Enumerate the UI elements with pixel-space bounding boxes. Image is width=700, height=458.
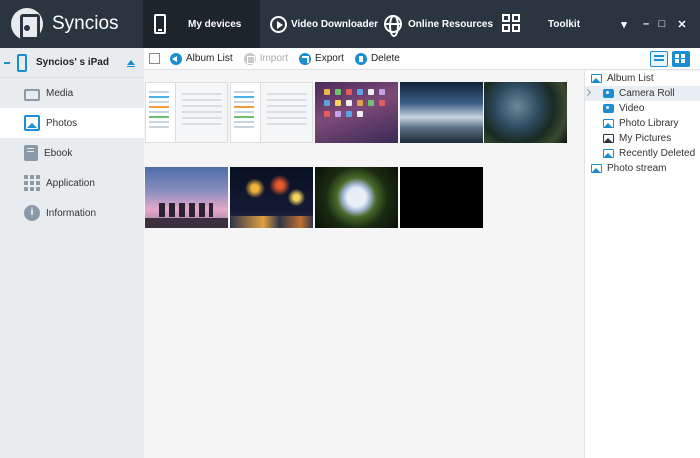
tree-item-album-list[interactable]: Album List [585,71,700,86]
ipad-icon [17,53,27,72]
tab-online-resources[interactable]: Online Resources [384,0,493,48]
tab-my-devices[interactable]: My devices [143,0,260,48]
tv-icon [24,89,40,101]
tree-item-video[interactable]: Video [585,101,700,116]
photo-thumbnail-earth[interactable] [484,82,567,143]
photo-thumbnail-stonehenge[interactable] [145,167,228,228]
tree-item-camera-roll[interactable]: Camera Roll [585,86,700,101]
photo-thumbnail-fireworks[interactable] [230,167,313,228]
tree-item-recently-deleted[interactable]: Recently Deleted [585,146,700,161]
photo-thumbnail-homescreen[interactable] [315,82,398,143]
select-all-checkbox[interactable] [149,53,160,64]
photo-thumbnail-clouds[interactable] [400,82,483,143]
app-title: Syncios [52,13,119,34]
photo-thumbnail-black[interactable] [400,167,483,228]
eject-icon[interactable] [126,60,135,67]
tree-item-label: Photo Library [619,118,679,129]
play-circle-icon [270,15,287,33]
export-button[interactable]: Export [299,52,344,65]
album-icon [603,149,614,158]
tab-video-downloader[interactable]: Video Downloader [270,0,378,48]
tab-video-downloader-label: Video Downloader [291,18,379,30]
photo-thumbnail-flower[interactable] [315,167,398,228]
export-label: Export [315,53,344,64]
device-name: Syncios' s iPad [36,57,109,68]
album-tree: Album List Camera Roll Video Photo Libra… [583,71,700,458]
top-bar: Syncios My devices Video Downloader Onli… [0,0,700,48]
info-icon: i [24,205,40,221]
camera-icon [603,89,614,98]
apps-icon [24,175,40,191]
device-icon [154,14,166,34]
tree-item-label: Photo stream [607,163,667,174]
trash-icon [354,52,367,65]
sidebar-item-label: Photos [46,117,78,129]
tree-item-photo-library[interactable]: Photo Library [585,116,700,131]
sidebar-item-ebook[interactable]: Ebook [0,138,144,168]
sidebar-item-photos[interactable]: Photos [0,108,145,138]
collapse-icon[interactable] [4,61,10,64]
delete-button[interactable]: Delete [354,52,400,65]
grid-view-button[interactable] [672,51,690,67]
tree-item-my-pictures[interactable]: My Pictures [585,131,700,146]
toolbar: Album List Import Export Delete [144,48,700,70]
album-icon [591,164,602,173]
app-logo: Syncios [0,0,143,48]
photo-icon [24,115,40,131]
globe-icon [384,15,402,37]
sidebar-item-media[interactable]: Media [0,78,144,108]
album-list-button[interactable]: Album List [170,52,233,65]
camera-icon [603,104,614,113]
album-icon [603,134,614,143]
sidebar-item-information[interactable]: i Information [0,198,144,228]
album-list-label: Album List [186,53,233,64]
device-row[interactable]: Syncios' s iPad [0,48,144,78]
tree-item-label: My Pictures [619,133,672,144]
tree-item-label: Video [619,103,645,114]
back-arrow-icon [170,52,182,65]
album-icon [591,74,602,83]
import-button[interactable]: Import [243,52,289,65]
sidebar-item-label: Ebook [44,147,73,159]
photo-thumbnail-screenshot[interactable] [145,82,228,143]
tree-item-label: Album List [607,73,654,84]
sidebar: Syncios' s iPad Media Photos Ebook Appli… [0,48,145,458]
delete-label: Delete [370,53,400,64]
tab-toolkit[interactable]: Toolkit [502,0,580,48]
photo-grid [144,71,584,458]
tab-online-resources-label: Online Resources [408,18,494,30]
tree-item-label: Recently Deleted [619,148,696,159]
tree-item-photo-stream[interactable]: Photo stream [585,161,700,176]
tree-item-label: Camera Roll [619,88,675,99]
export-icon [299,52,312,65]
album-icon [603,119,614,128]
list-view-button[interactable] [650,51,668,67]
book-icon [24,145,38,161]
sidebar-item-label: Media [46,87,74,99]
menu-dropdown-button[interactable]: ▾ [615,0,633,48]
sidebar-item-label: Application [46,177,95,189]
tab-my-devices-label: My devices [188,18,242,30]
import-label: Import [259,53,289,64]
tab-toolkit-label: Toolkit [548,18,581,30]
syncios-logo-icon [11,8,43,40]
maximize-button[interactable]: □ [653,0,671,48]
sidebar-item-application[interactable]: Application [0,168,144,198]
photo-thumbnail-screenshot[interactable] [230,82,313,143]
sidebar-item-label: Information [46,207,97,219]
grid-icon [502,14,522,34]
import-icon [243,52,256,65]
close-button[interactable]: ✕ [673,0,691,48]
